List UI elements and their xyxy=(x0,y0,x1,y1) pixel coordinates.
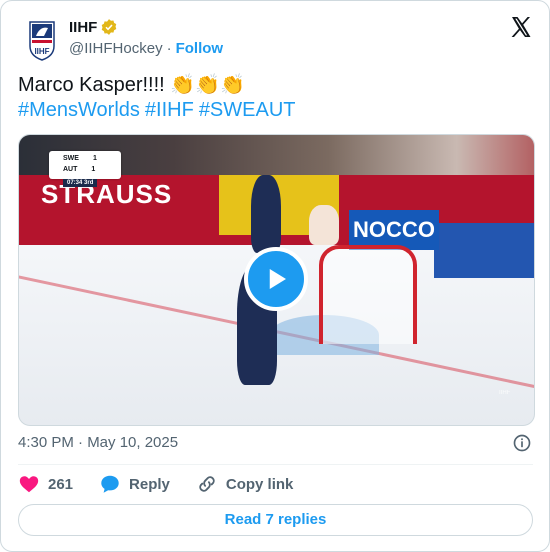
avatar[interactable]: IIHF xyxy=(18,16,66,64)
like-count: 261 xyxy=(48,475,74,493)
scorebug-row: AUT 1 xyxy=(63,166,95,173)
clock: 07:34 xyxy=(67,180,83,186)
play-button[interactable] xyxy=(244,247,308,311)
tweet-text: Marco Kasper!!!! 👏👏👏 #MensWorlds #IIHF #SW… xyxy=(18,73,533,123)
action-bar: 261 Reply Copy link xyxy=(18,473,319,495)
hashtag-list: #MensWorlds #IIHF #SWEAUT xyxy=(18,98,533,123)
player xyxy=(251,175,281,253)
iihf-logo-icon: IIHF xyxy=(29,21,55,61)
ad-board-text: STRAUSS xyxy=(41,179,173,209)
tweet-card: IIHF IIHF @IIHFHockey · Follow Marco Kas… xyxy=(0,0,550,552)
hockey-goal xyxy=(319,245,417,344)
author-name[interactable]: IIHF xyxy=(69,19,97,36)
follow-button[interactable]: Follow xyxy=(176,40,224,57)
team-name: SWE xyxy=(63,155,79,162)
hashtag-link[interactable]: #SWEAUT xyxy=(199,99,296,121)
scorebug-row: SWE 1 xyxy=(63,155,97,162)
separator-dot: · xyxy=(166,40,172,57)
tweet-body: Marco Kasper!!!! 👏👏👏 xyxy=(18,74,245,96)
play-icon xyxy=(269,269,286,289)
period: 3rd xyxy=(84,180,94,186)
game-clock: 07:34 3rd xyxy=(63,179,98,187)
team-score: 1 xyxy=(92,155,97,162)
info-icon[interactable] xyxy=(512,433,532,453)
reply-icon xyxy=(101,475,119,493)
author-name-row[interactable]: IIHF xyxy=(69,18,118,36)
player xyxy=(309,205,339,245)
heart-icon xyxy=(19,476,39,493)
link-icon xyxy=(199,476,215,492)
like-button[interactable]: 261 xyxy=(18,473,73,495)
team-name: AUT xyxy=(63,166,78,173)
copy-link-label: Copy link xyxy=(225,475,294,493)
hashtag-link[interactable]: #MensWorlds xyxy=(18,99,140,121)
reply-button[interactable]: Reply xyxy=(99,473,170,495)
divider xyxy=(18,464,533,465)
avatar-text: IIHF xyxy=(34,47,49,56)
watermark: IIHF xyxy=(499,390,511,396)
reply-label: Reply xyxy=(129,475,170,493)
hashtag-link[interactable]: #IIHF xyxy=(145,99,194,121)
x-logo-icon[interactable] xyxy=(509,15,533,39)
team-score: 1 xyxy=(91,166,96,173)
scorebug: SWE 1 AUT 1 07:34 3rd xyxy=(49,151,121,187)
ad-board-nocco: NOCCO xyxy=(349,210,439,250)
author-handle[interactable]: @IIHFHockey xyxy=(69,40,163,57)
ad-board-blue xyxy=(434,223,534,278)
video-thumbnail[interactable]: STRAUSS NOCCO SWE 1 AUT 1 07:34 3rd IIHF xyxy=(18,134,535,426)
verified-badge-icon xyxy=(102,19,117,35)
read-replies-button[interactable]: Read 7 replies xyxy=(18,504,533,536)
copy-link-button[interactable]: Copy link xyxy=(196,473,294,495)
tweet-timestamp[interactable]: 4:30 PM · May 10, 2025 xyxy=(18,434,178,451)
author-handle-row: @IIHFHockey · Follow xyxy=(69,40,223,57)
